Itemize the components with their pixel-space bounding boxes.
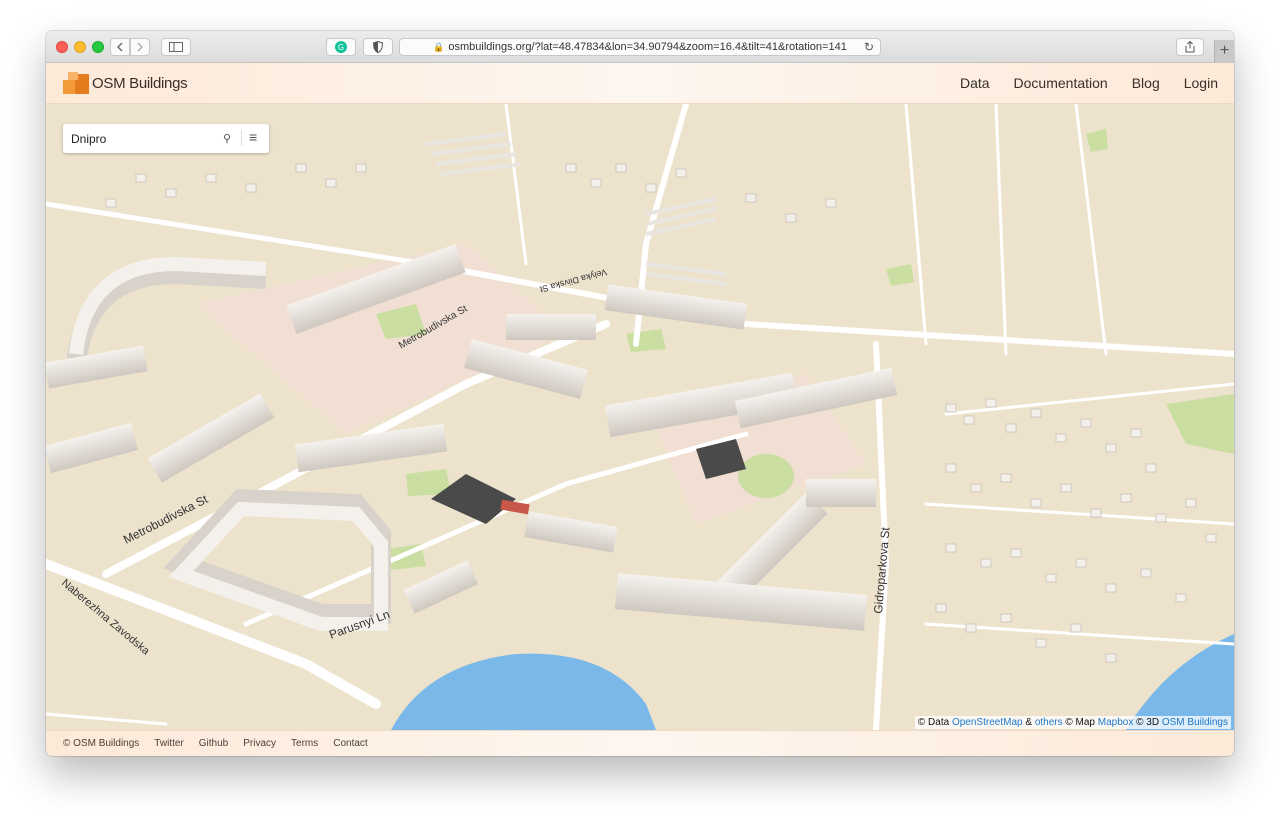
search-box: ⚲ ≡ (63, 124, 269, 153)
grammarly-icon: G (335, 41, 347, 53)
new-tab-button[interactable]: + (1214, 40, 1234, 63)
close-window-button[interactable] (56, 41, 68, 53)
attribution-mapbox-link[interactable]: Mapbox (1098, 717, 1134, 728)
search-input[interactable] (71, 130, 211, 147)
footer-link-terms[interactable]: Terms (291, 738, 318, 749)
map-3d-view: Metrobudivska St Metrobudivska St Parusn… (46, 104, 1234, 730)
share-button[interactable] (1176, 38, 1204, 56)
grammarly-extension-button[interactable]: G (326, 38, 356, 56)
attribution-map-prefix: © Map (1065, 717, 1095, 728)
footer-link-contact[interactable]: Contact (333, 738, 367, 749)
map-attribution: © Data OpenStreetMap & others © Map Mapb… (914, 716, 1231, 729)
reload-icon[interactable]: ↻ (864, 40, 874, 54)
main-nav: Data Documentation Blog Login (960, 75, 1218, 91)
osm-buildings-logo-icon[interactable] (63, 72, 89, 94)
browser-window: G 🔒 osmbuildings.org/?lat=48.47834&lon=3… (46, 31, 1234, 756)
sidebar-icon (169, 42, 183, 52)
footer-link-github[interactable]: Github (199, 738, 228, 749)
attribution-osmb-link[interactable]: OSM Buildings (1162, 717, 1228, 728)
shield-icon (373, 41, 383, 53)
footer-link-privacy[interactable]: Privacy (243, 738, 276, 749)
minimize-window-button[interactable] (74, 41, 86, 53)
nav-login[interactable]: Login (1184, 75, 1218, 91)
search-icon[interactable]: ⚲ (223, 132, 231, 145)
park-area (738, 454, 794, 498)
attribution-osm-link[interactable]: OpenStreetMap (952, 717, 1023, 728)
attribution-3d-prefix: © 3D (1136, 717, 1160, 728)
attribution-others-link[interactable]: others (1035, 717, 1063, 728)
chevron-left-icon (117, 42, 123, 52)
map-canvas[interactable]: Metrobudivska St Metrobudivska St Parusn… (46, 104, 1234, 730)
site-footer: © OSM Buildings Twitter Github Privacy T… (46, 730, 1234, 756)
address-bar[interactable]: 🔒 osmbuildings.org/?lat=48.47834&lon=34.… (399, 38, 881, 56)
share-icon (1185, 41, 1195, 53)
lock-icon: 🔒 (433, 41, 445, 52)
privacy-extension-button[interactable] (363, 38, 393, 56)
sidebar-toggle-button[interactable] (161, 38, 191, 56)
url-text: osmbuildings.org/?lat=48.47834&lon=34.90… (448, 41, 847, 53)
attribution-amp: & (1025, 717, 1033, 728)
zoom-window-button[interactable] (92, 41, 104, 53)
attribution-data-prefix: © Data (917, 717, 950, 728)
footer-link-twitter[interactable]: Twitter (154, 738, 183, 749)
chevron-right-icon (137, 42, 143, 52)
svg-text:G: G (338, 43, 344, 52)
footer-copyright: © OSM Buildings (63, 738, 140, 749)
forward-button[interactable] (130, 38, 150, 56)
back-button[interactable] (110, 38, 130, 56)
nav-documentation[interactable]: Documentation (1014, 75, 1108, 91)
site-header: OSM Buildings Data Documentation Blog Lo… (46, 63, 1234, 104)
brand-name[interactable]: OSM Buildings (92, 75, 188, 92)
nav-data[interactable]: Data (960, 75, 990, 91)
browser-toolbar: G 🔒 osmbuildings.org/?lat=48.47834&lon=3… (46, 31, 1234, 63)
search-divider (241, 130, 242, 146)
menu-icon[interactable]: ≡ (249, 129, 257, 145)
nav-blog[interactable]: Blog (1132, 75, 1160, 91)
